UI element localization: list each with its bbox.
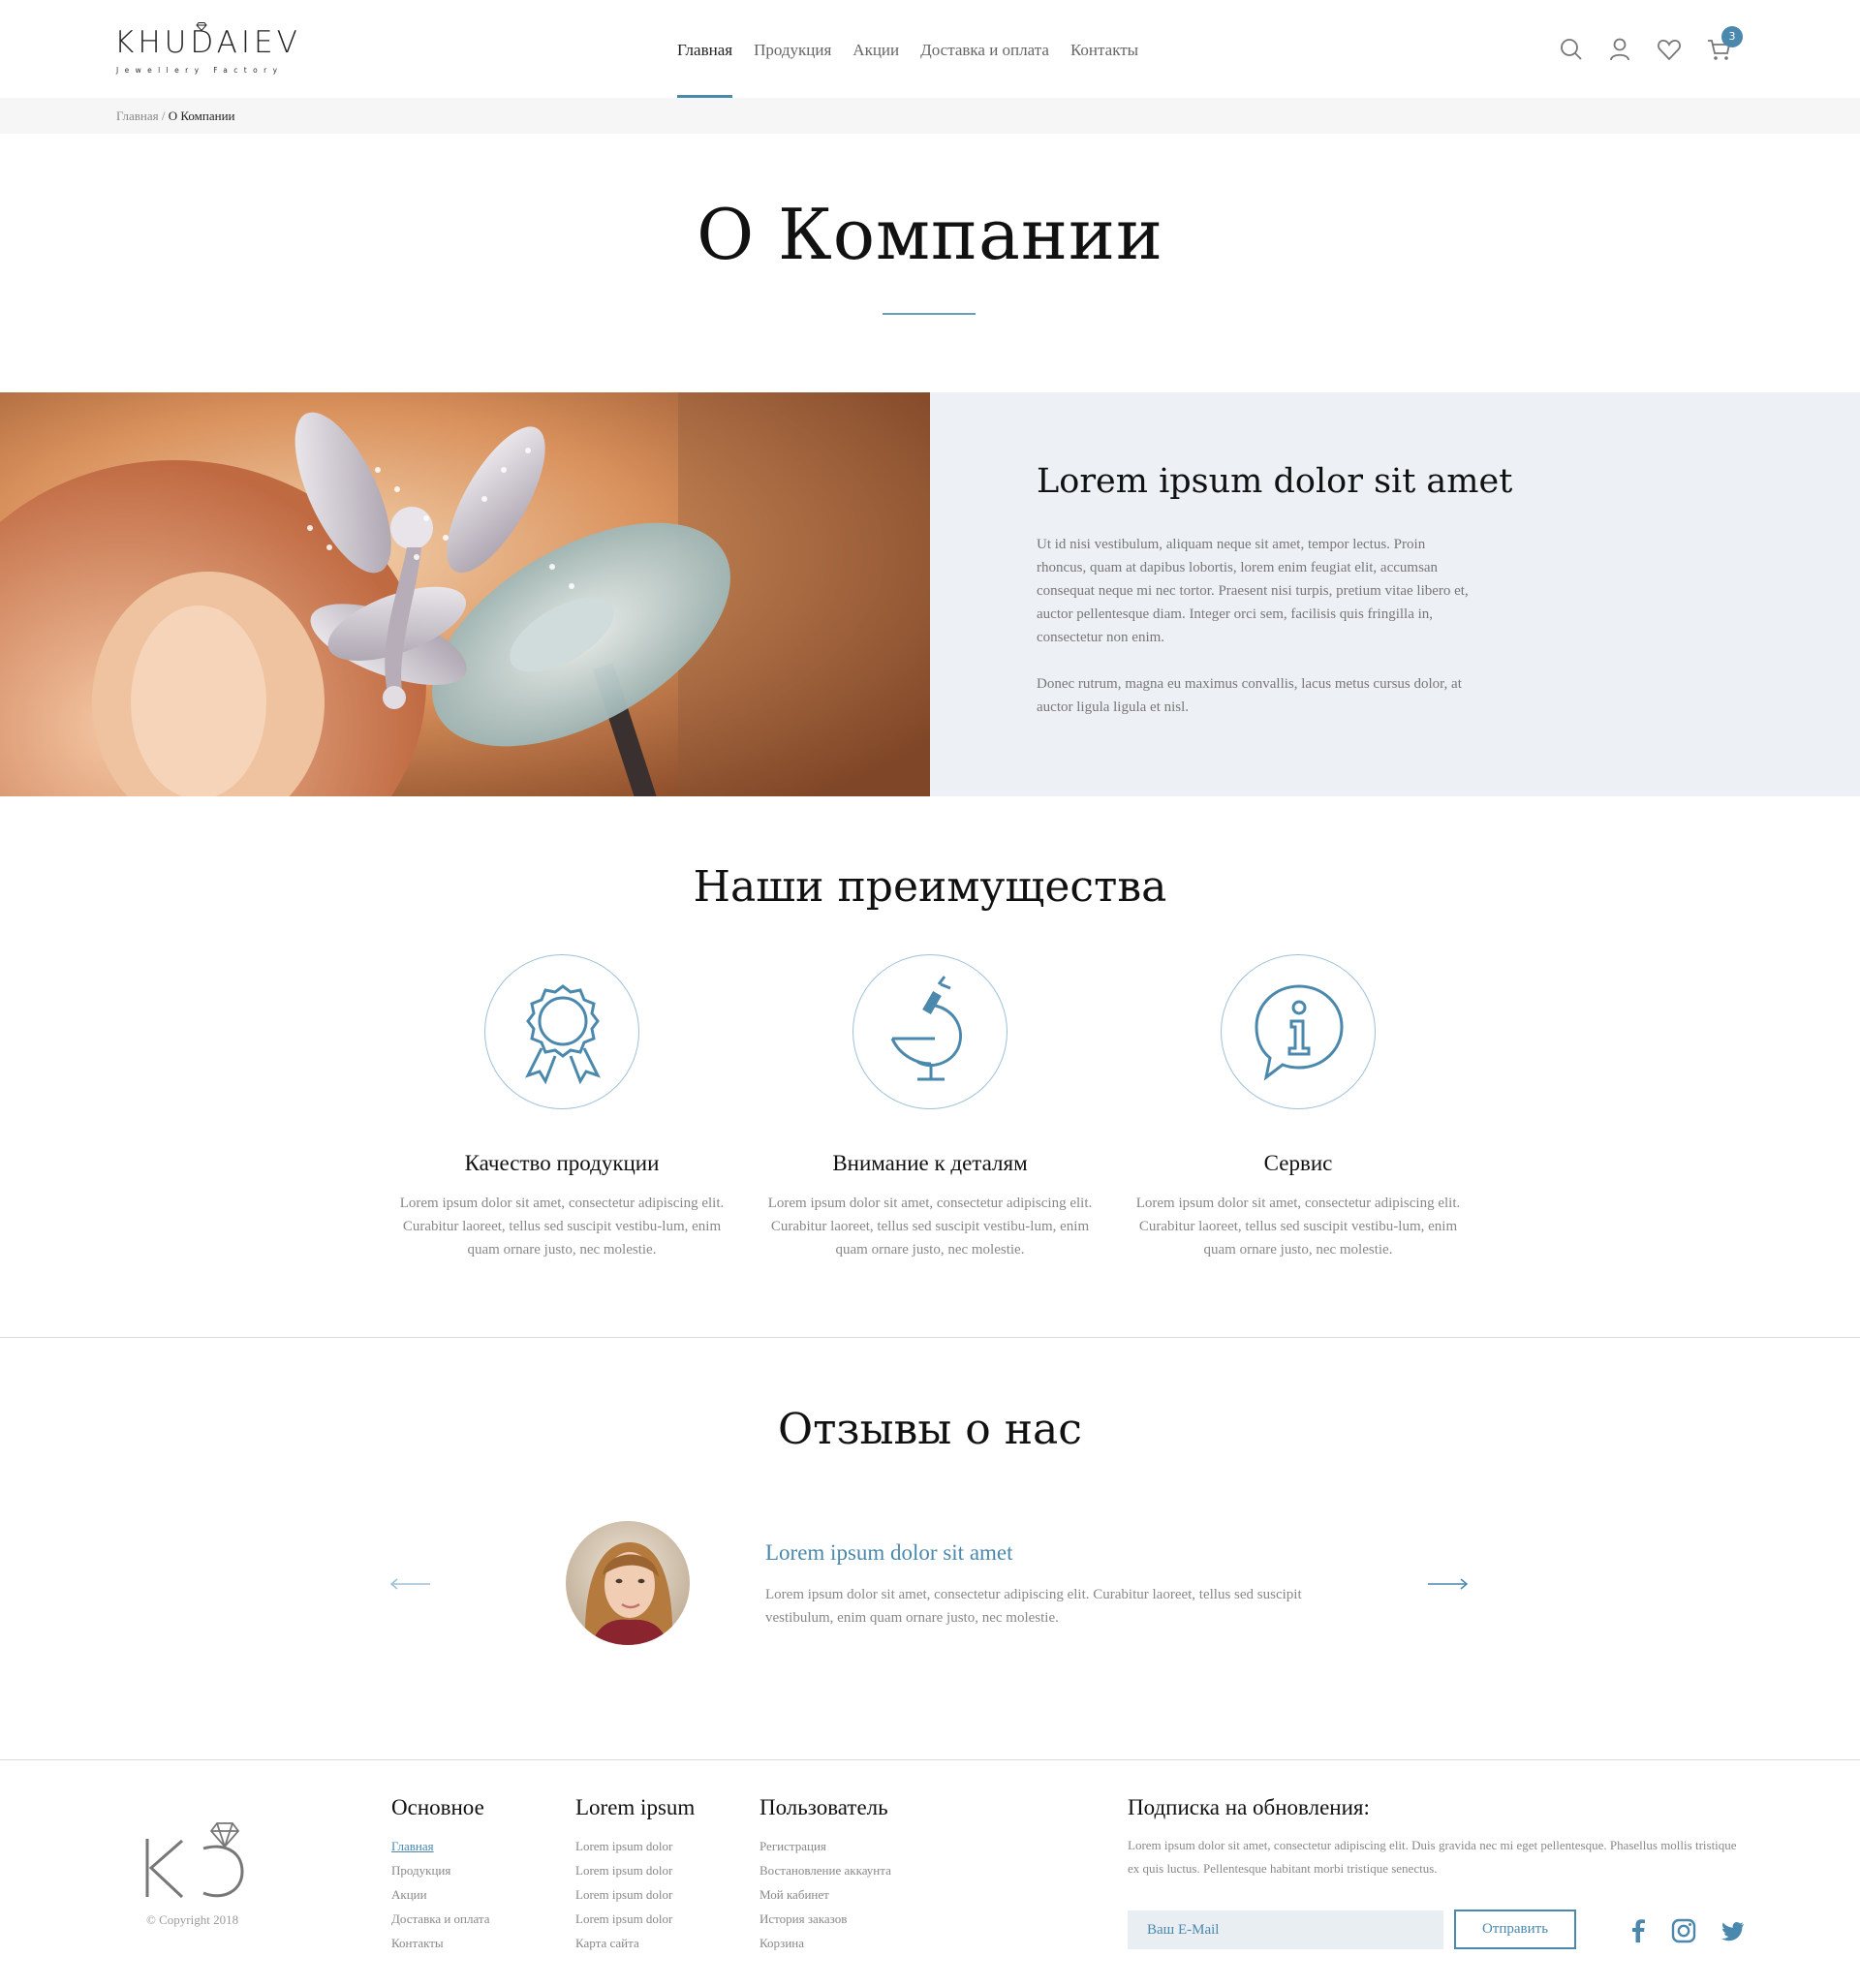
breadcrumb-home[interactable]: Главная	[116, 109, 159, 123]
section-divider	[0, 1337, 1860, 1338]
review-text: Lorem ipsum dolor sit amet, consectetur …	[765, 1587, 1302, 1626]
footer-logo-icon[interactable]	[143, 1821, 250, 1899]
footer-link-restore[interactable]: Востановление аккаунта	[760, 1858, 891, 1882]
footer-col-main: Основное Главная Продукция Акции Доставк…	[391, 1795, 490, 1955]
breadcrumb-separator: /	[158, 109, 169, 123]
advantage-quality-desc: Lorem ipsum dolor sit amet, consectetur …	[399, 1196, 725, 1258]
logo[interactable]: KHUDAIEV Jewellery Factory	[114, 22, 308, 76]
microscope-icon	[890, 976, 962, 1081]
footer-link-delivery[interactable]: Доставка и оплата	[391, 1907, 490, 1931]
subscribe-text: Lorem ipsum dolor sit amet, consectetur …	[1128, 1838, 1737, 1876]
footer-link-home[interactable]: Главная	[391, 1834, 490, 1858]
footer-col-title: Пользователь	[760, 1795, 888, 1819]
footer-link-orders[interactable]: История заказов	[760, 1907, 891, 1931]
page-title: О Компании	[697, 194, 1163, 275]
twitter-icon[interactable]	[1720, 1918, 1746, 1943]
cart-count-badge: 3	[1721, 26, 1743, 47]
footer-link-promotions[interactable]: Акции	[391, 1882, 490, 1907]
email-input[interactable]	[1128, 1910, 1443, 1949]
logo-diamond-icon	[196, 22, 207, 31]
breadcrumb: Главная / О Компании	[0, 98, 1860, 134]
reviewer-avatar	[566, 1521, 690, 1645]
about-panel: Lorem ipsum dolor sit amet Ut id nisi ve…	[930, 392, 1860, 796]
breadcrumb-current: О Компании	[168, 109, 235, 123]
about-image	[0, 392, 930, 796]
advantage-details-name: Внимание к деталям	[832, 1151, 1028, 1175]
advantage-icon-circle	[1221, 954, 1376, 1109]
footer-col-lorem: Lorem ipsum Lorem ipsum dolor Lorem ipsu…	[575, 1795, 695, 1955]
about-paragraph-1: Ut id nisi vestibulum, aliquam neque sit…	[1037, 537, 1469, 645]
review-author: Lorem ipsum dolor sit amet	[765, 1540, 1013, 1565]
advantage-details-desc: Lorem ipsum dolor sit amet, consectetur …	[767, 1196, 1093, 1258]
advantage-service-name: Сервис	[1263, 1151, 1333, 1175]
reviews-title: Отзывы о нас	[778, 1405, 1082, 1454]
facebook-icon[interactable]	[1626, 1918, 1651, 1943]
footer-link-cart[interactable]: Корзина	[760, 1931, 891, 1955]
nav-item-products[interactable]: Продукция	[754, 0, 831, 98]
advantage-service-desc: Lorem ipsum dolor sit amet, consectetur …	[1135, 1196, 1461, 1258]
footer-link[interactable]: Lorem ipsum dolor	[575, 1834, 695, 1858]
award-icon	[525, 984, 601, 1085]
logo-text: KHUDAIEV	[114, 25, 301, 60]
footer-link-cabinet[interactable]: Мой кабинет	[760, 1882, 891, 1907]
footer-col-title: Основное	[391, 1795, 484, 1819]
footer-col-title: Lorem ipsum	[575, 1795, 696, 1819]
footer-link[interactable]: Lorem ipsum dolor	[575, 1858, 695, 1882]
nav-item-contacts[interactable]: Контакты	[1070, 0, 1138, 98]
main-nav: Главная Продукция Акции Доставка и оплат…	[677, 0, 1160, 98]
nav-item-home[interactable]: Главная	[677, 0, 733, 98]
footer-link-register[interactable]: Регистрация	[760, 1834, 891, 1858]
user-icon[interactable]	[1605, 35, 1634, 64]
logo-subtitle: Jewellery Factory	[116, 66, 284, 75]
search-icon[interactable]	[1557, 35, 1586, 64]
about-text: Ut id nisi vestibulum, aliquam neque sit…	[1037, 533, 1472, 742]
about-paragraph-2: Donec rutrum, magna eu maximus convallis…	[1037, 676, 1462, 715]
title-underline	[883, 313, 976, 315]
subscribe-button[interactable]: Отправить	[1454, 1910, 1576, 1949]
footer-col-user: Пользователь Регистрация Востановление а…	[760, 1795, 891, 1955]
advantage-icon-circle	[484, 954, 639, 1109]
footer-link-contacts[interactable]: Контакты	[391, 1931, 490, 1955]
nav-item-promotions[interactable]: Акции	[852, 0, 899, 98]
copyright: © Copyright 2018	[146, 1912, 239, 1927]
footer-link-products[interactable]: Продукция	[391, 1858, 490, 1882]
prev-arrow-icon[interactable]	[389, 1577, 432, 1591]
footer-link[interactable]: Lorem ipsum dolor	[575, 1907, 695, 1931]
jewelry-ring-photo	[0, 392, 930, 796]
about-heading: Lorem ipsum dolor sit amet	[1037, 462, 1513, 501]
site-header: KHUDAIEV Jewellery Factory Главная Проду…	[0, 0, 1860, 98]
footer-link[interactable]: Lorem ipsum dolor	[575, 1882, 695, 1907]
next-arrow-icon[interactable]	[1426, 1577, 1469, 1591]
advantages-title: Наши преимущества	[693, 862, 1167, 912]
advantage-icon-circle	[852, 954, 1008, 1109]
subscribe-title: Подписка на обновления:	[1128, 1795, 1370, 1819]
nav-item-delivery[interactable]: Доставка и оплата	[920, 0, 1049, 98]
info-bubble-icon	[1255, 984, 1344, 1081]
footer-divider	[0, 1759, 1860, 1760]
heart-icon[interactable]	[1655, 35, 1684, 64]
instagram-icon[interactable]	[1671, 1918, 1696, 1943]
advantage-quality-name: Качество продукции	[464, 1151, 660, 1175]
footer-link-sitemap[interactable]: Карта сайта	[575, 1931, 695, 1955]
